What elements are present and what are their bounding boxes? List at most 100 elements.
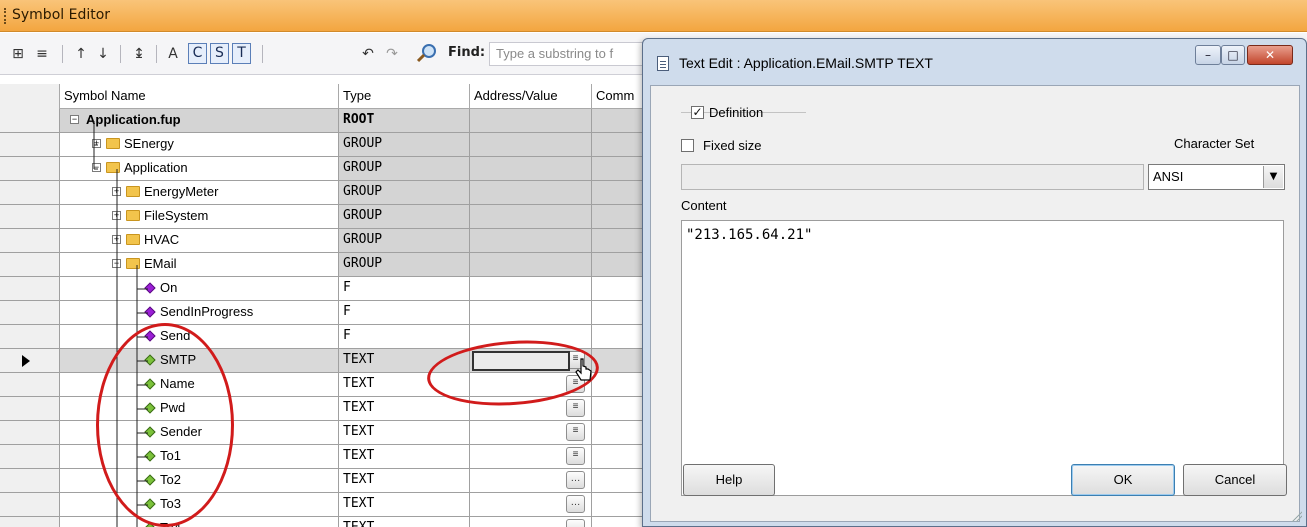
table-row[interactable]: To4TEXT…: [0, 517, 660, 527]
table-row[interactable]: − Application.fup ROOT: [0, 109, 660, 133]
grip-handle[interactable]: [4, 8, 6, 24]
table-row[interactable]: Name TEXT ≡: [0, 373, 660, 397]
symbol-name-cell[interactable]: − Application: [60, 157, 339, 181]
collapse-icon[interactable]: −: [92, 163, 101, 172]
row-indicator[interactable]: [0, 205, 60, 229]
table-row[interactable]: + FileSystem GROUP: [0, 205, 660, 229]
help-button[interactable]: Help: [683, 464, 775, 496]
definition-checkbox[interactable]: ✓: [691, 106, 704, 119]
type-cell[interactable]: TEXT: [339, 349, 470, 373]
maximize-button[interactable]: □: [1221, 45, 1245, 65]
symbol-name-cell[interactable]: SendInProgress: [60, 301, 339, 325]
symbol-name-cell[interactable]: + HVAC: [60, 229, 339, 253]
symbol-name-cell[interactable]: + EnergyMeter: [60, 181, 339, 205]
address-value-cell[interactable]: ≡: [470, 421, 592, 445]
fixed-size-checkbox[interactable]: [681, 139, 694, 152]
expand-icon[interactable]: +: [112, 235, 121, 244]
address-value-editor[interactable]: [472, 351, 570, 371]
address-value-cell[interactable]: [470, 325, 592, 349]
symbol-name-cell[interactable]: To2: [60, 469, 339, 493]
type-cell[interactable]: TEXT: [339, 493, 470, 517]
text-edit-button[interactable]: ≡: [566, 423, 585, 441]
address-value-cell[interactable]: [470, 277, 592, 301]
type-cell[interactable]: GROUP: [339, 181, 470, 205]
table-row[interactable]: − EMail GROUP: [0, 253, 660, 277]
row-indicator[interactable]: [0, 109, 60, 133]
table-row[interactable]: SendInProgress F: [0, 301, 660, 325]
find-input[interactable]: Type a substring to f: [489, 42, 649, 66]
table-row[interactable]: − Application GROUP: [0, 157, 660, 181]
type-cell[interactable]: TEXT: [339, 517, 470, 527]
chevron-down-icon[interactable]: ▼: [1263, 166, 1283, 188]
table-row[interactable]: On F: [0, 277, 660, 301]
symbol-name-cell[interactable]: − Application.fup: [60, 109, 339, 133]
text-edit-button[interactable]: ≡: [566, 399, 585, 417]
table-row[interactable]: SMTP TEXT ≡: [0, 349, 660, 373]
symbol-name-cell[interactable]: Name: [60, 373, 339, 397]
table-row[interactable]: Pwd TEXT ≡: [0, 397, 660, 421]
table-row[interactable]: + HVAC GROUP: [0, 229, 660, 253]
cancel-button[interactable]: Cancel: [1183, 464, 1287, 496]
symbol-name-cell[interactable]: To3: [60, 493, 339, 517]
filter-s-button[interactable]: S: [210, 43, 229, 64]
row-indicator[interactable]: [0, 157, 60, 181]
header-type[interactable]: Type: [339, 84, 470, 109]
symbol-name-cell[interactable]: + FileSystem: [60, 205, 339, 229]
more-button[interactable]: …: [566, 519, 585, 527]
address-value-cell[interactable]: [470, 157, 592, 181]
symbol-name-cell[interactable]: On: [60, 277, 339, 301]
address-value-cell[interactable]: [470, 133, 592, 157]
expand-icon[interactable]: +: [92, 139, 101, 148]
tree-view-icon[interactable]: ⊞: [8, 43, 28, 65]
expand-icon[interactable]: +: [112, 211, 121, 220]
table-row[interactable]: Send F: [0, 325, 660, 349]
resize-grip-icon[interactable]: [1290, 510, 1302, 522]
row-indicator[interactable]: [0, 421, 60, 445]
address-value-cell[interactable]: ≡: [470, 397, 592, 421]
move-down-icon[interactable]: ↓: [94, 43, 112, 65]
type-cell[interactable]: F: [339, 277, 470, 301]
table-row[interactable]: + EnergyMeter GROUP: [0, 181, 660, 205]
type-cell[interactable]: GROUP: [339, 229, 470, 253]
list-view-icon[interactable]: ≡: [32, 43, 52, 65]
content-textarea[interactable]: "213.165.64.21": [681, 220, 1284, 496]
symbol-name-cell[interactable]: + SEnergy: [60, 133, 339, 157]
type-cell[interactable]: TEXT: [339, 445, 470, 469]
symbol-name-cell[interactable]: Sender: [60, 421, 339, 445]
row-indicator[interactable]: [0, 181, 60, 205]
dialog-title-bar[interactable]: Text Edit : Application.EMail.SMTP TEXT …: [643, 39, 1306, 85]
minimize-button[interactable]: –: [1195, 45, 1221, 65]
text-edit-button[interactable]: ≡: [566, 447, 585, 465]
address-value-cell[interactable]: [470, 253, 592, 277]
address-value-cell[interactable]: [470, 181, 592, 205]
address-value-cell[interactable]: …: [470, 469, 592, 493]
address-value-cell[interactable]: ≡: [470, 445, 592, 469]
row-indicator[interactable]: [0, 349, 60, 373]
character-set-select[interactable]: ANSI ▼: [1148, 164, 1285, 190]
close-button[interactable]: ✕: [1247, 45, 1293, 65]
symbol-name-cell[interactable]: Send: [60, 325, 339, 349]
type-cell[interactable]: GROUP: [339, 253, 470, 277]
address-value-cell[interactable]: [470, 109, 592, 133]
row-indicator[interactable]: [0, 445, 60, 469]
address-value-cell[interactable]: [470, 205, 592, 229]
row-indicator[interactable]: [0, 517, 60, 527]
type-cell[interactable]: TEXT: [339, 373, 470, 397]
collapse-icon[interactable]: −: [70, 115, 79, 124]
table-row[interactable]: + SEnergy GROUP: [0, 133, 660, 157]
row-indicator[interactable]: [0, 397, 60, 421]
address-value-cell[interactable]: …: [470, 517, 592, 527]
symbol-name-cell[interactable]: SMTP: [60, 349, 339, 373]
address-value-cell[interactable]: [470, 301, 592, 325]
symbol-name-cell[interactable]: − EMail: [60, 253, 339, 277]
row-indicator[interactable]: [0, 301, 60, 325]
filter-c-button[interactable]: C: [188, 43, 207, 64]
row-indicator[interactable]: [0, 373, 60, 397]
undo-icon[interactable]: ↶: [358, 43, 378, 65]
type-cell[interactable]: GROUP: [339, 133, 470, 157]
table-row[interactable]: Sender TEXT ≡: [0, 421, 660, 445]
symbol-name-cell[interactable]: To1: [60, 445, 339, 469]
table-row[interactable]: To2 TEXT…: [0, 469, 660, 493]
row-indicator[interactable]: [0, 229, 60, 253]
row-indicator[interactable]: [0, 493, 60, 517]
